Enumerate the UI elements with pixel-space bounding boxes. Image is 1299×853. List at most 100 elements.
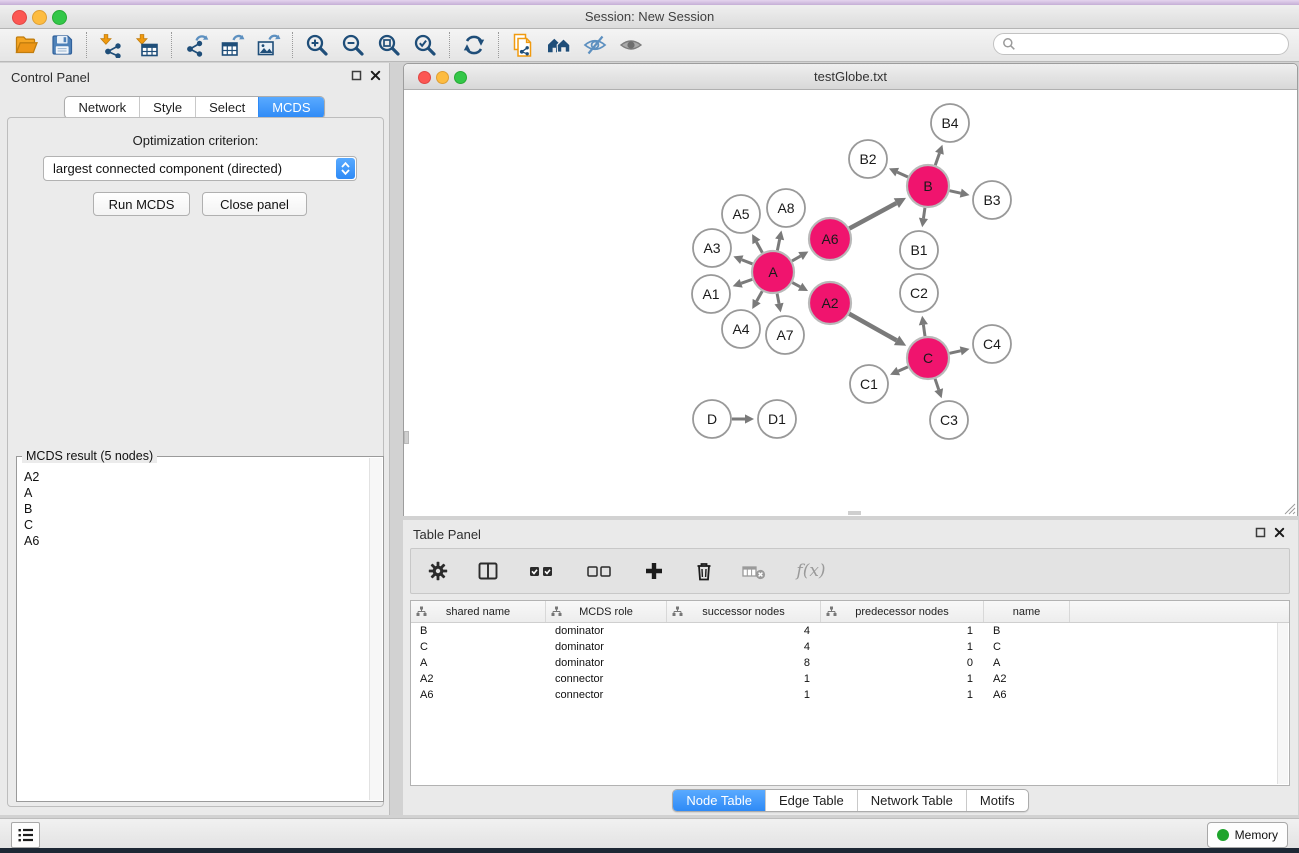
open-session-button[interactable] — [11, 31, 41, 59]
table-scrollbar[interactable] — [1277, 623, 1288, 784]
delete-table-button[interactable] — [741, 558, 767, 584]
result-item-a6[interactable]: A6 — [24, 533, 369, 549]
tab-select[interactable]: Select — [195, 97, 258, 118]
tab-node-table[interactable]: Node Table — [673, 790, 765, 811]
tab-network[interactable]: Network — [65, 97, 139, 118]
column-view-button[interactable] — [475, 558, 501, 584]
table-settings-button[interactable] — [425, 558, 451, 584]
close-panel-button[interactable]: Close panel — [202, 192, 307, 216]
graph-node-C[interactable]: C — [907, 337, 949, 379]
add-column-button[interactable] — [641, 558, 667, 584]
graph-edge-A-A6[interactable] — [792, 252, 808, 261]
graph-node-A2[interactable]: A2 — [809, 282, 851, 324]
result-item-c[interactable]: C — [24, 517, 369, 533]
graph-edge-B-B4[interactable] — [935, 145, 944, 166]
zoom-fit-button[interactable] — [374, 31, 404, 59]
resize-grip-icon[interactable] — [1282, 501, 1296, 515]
export-network-button[interactable] — [181, 31, 211, 59]
column-header-mcds-role[interactable]: MCDS role — [546, 601, 667, 622]
column-header-shared-name[interactable]: shared name — [411, 601, 546, 622]
search-input[interactable] — [1021, 35, 1288, 53]
window-titlebar[interactable]: Session: New Session — [0, 5, 1299, 29]
graph-node-B2[interactable]: B2 — [849, 140, 887, 178]
graph-edge-A-A4[interactable] — [752, 291, 762, 309]
graph-node-B1[interactable]: B1 — [900, 231, 938, 269]
tab-mcds[interactable]: MCDS — [258, 97, 323, 118]
graph-edge-A-A5[interactable] — [752, 234, 762, 253]
result-item-a2[interactable]: A2 — [24, 469, 369, 485]
result-scrollbar[interactable] — [369, 458, 382, 800]
graph-edge-B-B2[interactable] — [889, 168, 908, 177]
network-vertical-scrollbar[interactable] — [404, 431, 409, 444]
zoom-selected-button[interactable] — [410, 31, 440, 59]
result-item-a[interactable]: A — [24, 485, 369, 501]
tab-network-table[interactable]: Network Table — [857, 790, 966, 811]
graph-node-B3[interactable]: B3 — [973, 181, 1011, 219]
export-table-button[interactable] — [217, 31, 247, 59]
graph-node-D[interactable]: D — [693, 400, 731, 438]
zoom-in-button[interactable] — [302, 31, 332, 59]
criterion-dropdown[interactable]: largest connected component (directed) — [43, 156, 357, 181]
graph-edge-A6-B[interactable] — [849, 198, 906, 229]
run-mcds-button[interactable]: Run MCDS — [93, 192, 190, 216]
tab-style[interactable]: Style — [139, 97, 195, 118]
graph-node-B4[interactable]: B4 — [931, 104, 969, 142]
graph-node-A1[interactable]: A1 — [692, 275, 730, 313]
column-header-predecessor-nodes[interactable]: predecessor nodes — [821, 601, 984, 622]
graph-edge-A-A2[interactable] — [792, 283, 808, 292]
table-row-a6[interactable]: A6connector11A6 — [411, 687, 1289, 703]
graph-edge-A-A8[interactable] — [775, 231, 784, 251]
hide-graphics-details-button[interactable] — [580, 31, 610, 59]
import-table-button[interactable] — [132, 31, 162, 59]
table-row-c[interactable]: Cdominator41C — [411, 639, 1289, 655]
function-builder-button[interactable]: f(x) — [791, 558, 831, 584]
graph-edge-A-A3[interactable] — [733, 255, 752, 264]
result-item-b[interactable]: B — [24, 501, 369, 517]
table-row-a2[interactable]: A2connector11A2 — [411, 671, 1289, 687]
close-panel-icon[interactable] — [370, 70, 381, 81]
network-horizontal-scrollbar[interactable] — [848, 511, 861, 515]
memory-button[interactable]: Memory — [1207, 822, 1288, 848]
graph-edge-B-B1[interactable] — [919, 208, 928, 227]
zoom-out-button[interactable] — [338, 31, 368, 59]
graph-node-A[interactable]: A — [752, 251, 794, 293]
graph-node-C1[interactable]: C1 — [850, 365, 888, 403]
export-image-button[interactable] — [253, 31, 283, 59]
column-header-successor-nodes[interactable]: successor nodes — [667, 601, 821, 622]
graph-node-A5[interactable]: A5 — [722, 195, 760, 233]
graph-edge-C-C1[interactable] — [890, 367, 908, 375]
column-header-name[interactable]: name — [984, 601, 1070, 622]
graph-edge-A-A7[interactable] — [774, 294, 783, 313]
delete-column-button[interactable] — [691, 558, 717, 584]
graph-edge-C-C2[interactable] — [919, 316, 928, 336]
network-canvas[interactable]: AA1A2A3A4A5A6A7A8BB1B2B3B4CC1C2C3C4DD1 — [404, 90, 1297, 516]
table-row-b[interactable]: Bdominator41B — [411, 623, 1289, 639]
float-panel-icon[interactable] — [1255, 527, 1266, 538]
graph-node-D1[interactable]: D1 — [758, 400, 796, 438]
graph-edge-A2-C[interactable] — [849, 314, 906, 346]
graph-node-A3[interactable]: A3 — [693, 229, 731, 267]
new-network-button[interactable] — [508, 31, 538, 59]
save-session-button[interactable] — [47, 31, 77, 59]
bird-eye-view-button[interactable] — [616, 31, 646, 59]
task-history-button[interactable] — [11, 822, 40, 848]
graph-edge-B-B3[interactable] — [949, 189, 969, 198]
graph-node-C3[interactable]: C3 — [930, 401, 968, 439]
close-panel-icon[interactable] — [1274, 527, 1285, 538]
network-window-titlebar[interactable]: testGlobe.txt — [404, 64, 1297, 90]
select-all-button[interactable] — [525, 558, 559, 584]
table-row-a[interactable]: Adominator80A — [411, 655, 1289, 671]
tab-motifs[interactable]: Motifs — [966, 790, 1028, 811]
graph-edge-A-A1[interactable] — [733, 279, 753, 288]
apply-layout-button[interactable] — [459, 31, 489, 59]
graph-node-C4[interactable]: C4 — [973, 325, 1011, 363]
graph-node-A4[interactable]: A4 — [722, 310, 760, 348]
graph-edge-D-D1[interactable] — [732, 414, 754, 423]
tab-edge-table[interactable]: Edge Table — [765, 790, 857, 811]
graph-edge-C-C4[interactable] — [949, 346, 969, 355]
deselect-all-button[interactable] — [583, 558, 617, 584]
graph-node-A8[interactable]: A8 — [767, 189, 805, 227]
graph-node-A7[interactable]: A7 — [766, 316, 804, 354]
search-field[interactable] — [993, 33, 1289, 55]
graph-edge-C-C3[interactable] — [934, 379, 943, 398]
